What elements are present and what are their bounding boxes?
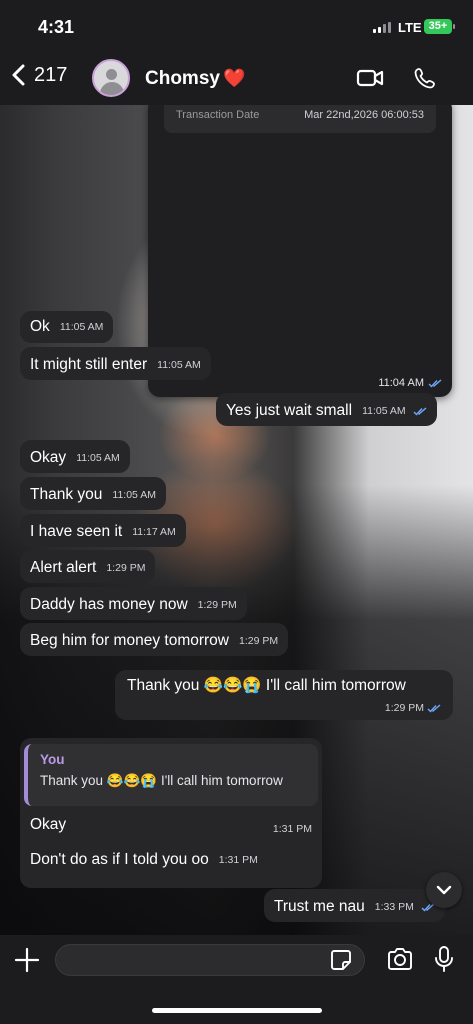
transaction-value: Mar 22nd,2026 06:00:53 (304, 109, 424, 121)
message-text: Trust me nau (274, 898, 365, 915)
message-time: 1:29 PM (127, 698, 441, 718)
message-bubble-in[interactable]: Daddy has money now 1:29 PM (20, 587, 247, 620)
message-time: 11:17 AM (132, 526, 176, 538)
message-time: 1:29 PM (197, 599, 237, 611)
message-time: 11:05 AM (76, 452, 120, 464)
time-label: 11:04 AM (378, 377, 424, 389)
sticker-icon[interactable] (330, 949, 352, 971)
status-bar: 4:31 LTE 35+ (0, 0, 473, 56)
message-time: 11:05 AM (59, 321, 104, 333)
message-bubble-out[interactable]: Yes just wait small 11:05 AM (216, 393, 437, 426)
network-label: LTE (398, 20, 422, 35)
message-text: Thank you 😂😂😭 I'll call him tomorrow (127, 677, 406, 694)
status-time: 4:31 (38, 17, 75, 37)
message-bubble-in[interactable]: I have seen it 11:17 AM (20, 514, 186, 547)
message-text: It might still enter (30, 356, 148, 373)
message-bubble-in[interactable]: Don't do as if I told you oo 1:31 PM (20, 842, 268, 875)
chevron-down-icon (436, 885, 452, 895)
message-bubble-in[interactable]: Okay 11:05 AM (20, 440, 130, 473)
message-bubble-in[interactable]: Ok 11:05 AM (20, 311, 114, 343)
message-bubble-out[interactable]: Trust me nau 1:33 PM (264, 889, 446, 922)
contact-name: Chomsy (145, 68, 220, 89)
video-call-icon[interactable] (356, 67, 384, 89)
chevron-left-icon (12, 64, 25, 86)
quoted-message[interactable]: You Thank you 😂😂😭 I'll call him tomorrow (24, 744, 318, 806)
contact-name-button[interactable]: Chomsy ❤️ (145, 68, 245, 90)
message-text: I have seen it (30, 523, 123, 540)
message-time: 1:33 PM (374, 901, 414, 913)
home-indicator[interactable] (152, 1008, 322, 1013)
heart-emoji: ❤️ (222, 68, 246, 88)
back-button[interactable]: 217 (10, 63, 67, 87)
time-label: 1:29 PM (384, 702, 424, 714)
message-text: Okay (30, 449, 67, 466)
message-time: 11:04 AM (378, 377, 442, 389)
message-time: 1:29 PM (239, 635, 279, 647)
camera-icon[interactable] (386, 947, 414, 971)
quoted-text: Thank you 😂😂😭 I'll call him tomorrow (40, 773, 283, 788)
message-time: 1:31 PM (218, 854, 258, 866)
message-text: Daddy has money now (30, 596, 188, 613)
read-ticks-icon (428, 378, 442, 388)
phone-call-icon[interactable] (414, 67, 436, 89)
message-time: 11:05 AM (112, 489, 156, 501)
avatar[interactable] (92, 59, 130, 97)
message-text: Don't do as if I told you oo (30, 851, 209, 868)
message-time: 11:05 AM (362, 405, 406, 417)
chat-area[interactable]: Transaction Date Mar 22nd,2026 06:00:53 … (0, 105, 473, 935)
message-bubble-in[interactable]: Thank you 11:05 AM (20, 477, 166, 510)
transaction-label: Transaction Date (176, 109, 260, 121)
message-time: 1:29 PM (106, 562, 146, 574)
signal-icon (373, 22, 391, 33)
message-text: Okay (30, 816, 67, 833)
scroll-to-bottom-button[interactable] (426, 872, 462, 908)
message-input[interactable] (55, 944, 365, 976)
message-text: Ok (30, 318, 50, 335)
message-time: 1:31 PM (272, 823, 312, 835)
message-bubble-in[interactable]: Alert alert 1:29 PM (20, 550, 156, 583)
message-time: 11:05 AM (157, 359, 201, 371)
read-ticks-icon (413, 406, 427, 416)
message-text: Alert alert (30, 559, 97, 576)
transaction-row: Transaction Date Mar 22nd,2026 06:00:53 (164, 105, 436, 133)
message-bubble-in[interactable]: Beg him for money tomorrow 1:29 PM (20, 623, 289, 656)
quoted-author: You (40, 752, 65, 767)
message-bubble-out[interactable]: Thank you 😂😂😭 I'll call him tomorrow 1:2… (115, 670, 453, 720)
unread-count: 217 (34, 63, 68, 86)
message-text: Beg him for money tomorrow (30, 632, 229, 649)
microphone-icon[interactable] (433, 945, 455, 973)
read-ticks-icon (427, 703, 441, 713)
battery-icon: 35+ (424, 19, 455, 34)
message-bubble-in[interactable]: It might still enter 11:05 AM (20, 347, 211, 380)
message-text: Thank you (30, 486, 103, 503)
chat-header: 217 Chomsy ❤️ (0, 56, 473, 105)
plus-icon[interactable] (14, 947, 40, 973)
message-text: Yes just wait small (226, 402, 353, 419)
